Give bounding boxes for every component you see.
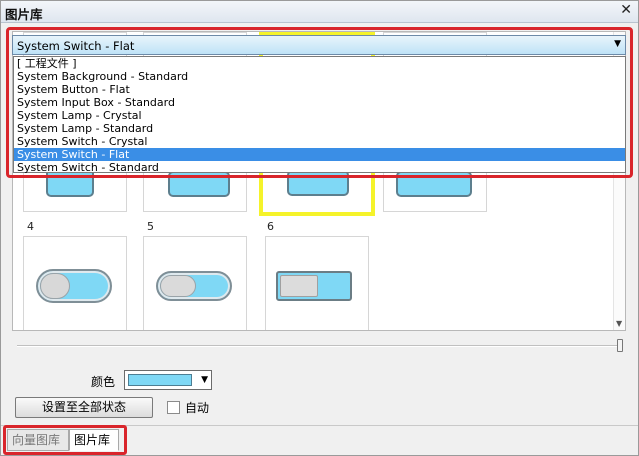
auto-checkbox[interactable] xyxy=(167,401,180,414)
gallery-item-label: 4 xyxy=(27,220,34,233)
color-label: 颜色 xyxy=(91,375,116,389)
gallery-item[interactable] xyxy=(23,236,127,330)
gallery-item[interactable] xyxy=(143,236,247,330)
panel-titlebar: 图片库 ✕ xyxy=(1,1,638,23)
switch-thumbnail xyxy=(36,269,112,303)
switch-knob xyxy=(160,275,196,297)
switch-knob xyxy=(280,275,318,297)
scroll-down-icon[interactable]: ▼ xyxy=(616,319,622,328)
switch-thumbnail xyxy=(276,271,352,301)
horizontal-scrollbar[interactable] xyxy=(17,339,623,352)
annotation-highlight-box xyxy=(6,27,633,178)
annotation-highlight-box xyxy=(3,425,127,455)
switch-knob xyxy=(40,273,70,299)
picture-library-panel: 图片库 ✕ 4 5 6 ▼ System Switch - Flat ▼ [工… xyxy=(0,0,639,456)
chevron-down-icon[interactable]: ▼ xyxy=(201,375,208,385)
color-swatch xyxy=(128,374,192,386)
switch-thumbnail xyxy=(156,271,232,301)
scrollbar-thumb[interactable] xyxy=(617,339,623,352)
apply-all-states-button[interactable]: 设置至全部状态 xyxy=(15,397,153,418)
color-picker[interactable]: ▼ xyxy=(124,370,212,390)
close-icon[interactable]: ✕ xyxy=(620,2,632,18)
gallery-item[interactable] xyxy=(265,236,369,330)
gallery-item-label: 5 xyxy=(147,220,154,233)
auto-label: 自动 xyxy=(185,401,210,415)
gallery-item-label: 6 xyxy=(267,220,274,233)
panel-title: 图片库 xyxy=(5,7,43,22)
